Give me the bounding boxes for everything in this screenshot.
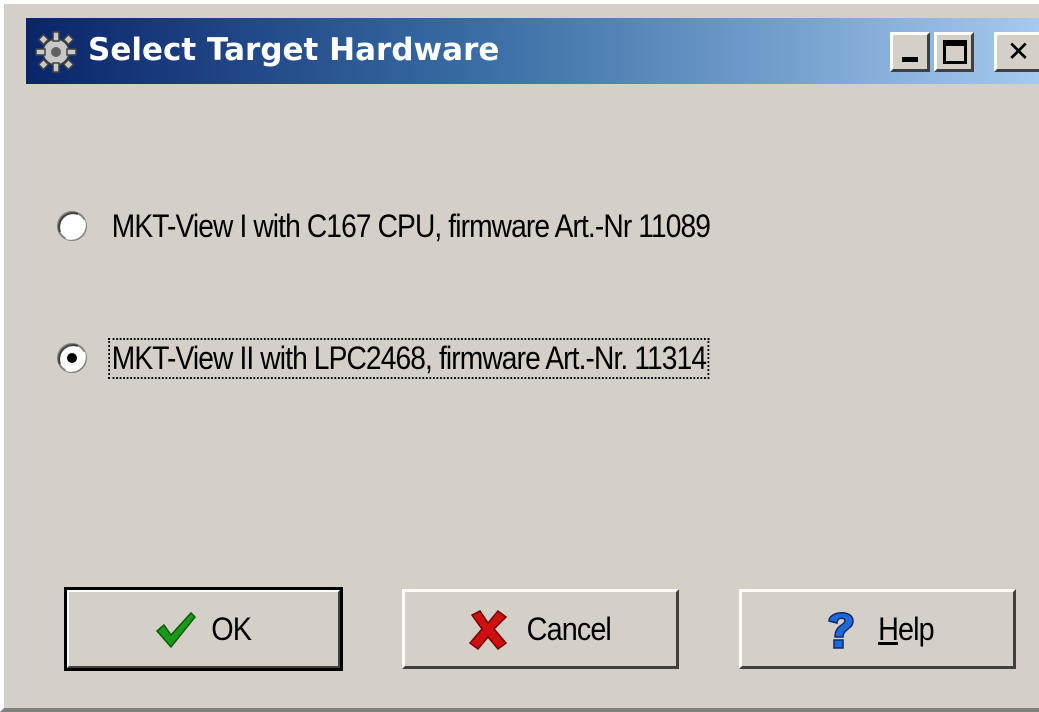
close-button[interactable]: ✕: [994, 32, 1039, 72]
title-bar[interactable]: Select Target Hardware ✕: [26, 18, 1039, 84]
maximize-button[interactable]: [934, 32, 974, 72]
ok-label: OK: [211, 610, 253, 647]
ok-button[interactable]: OK: [64, 587, 343, 671]
help-mnemonic: H: [877, 610, 899, 647]
help-label: Help: [877, 610, 935, 648]
option-mkt-view-ii[interactable]: MKT-View II with LPC2468, firmware Art.-…: [56, 337, 789, 379]
close-icon: ✕: [1006, 35, 1031, 68]
cancel-label: Cancel: [526, 610, 611, 647]
help-label-rest: elp: [897, 610, 935, 647]
radio-button-unselected[interactable]: [56, 210, 88, 242]
option-label: MKT-View I with C167 CPU, firmware Art.-…: [111, 207, 711, 244]
gear-icon: [35, 31, 77, 73]
minimize-button[interactable]: [890, 32, 930, 72]
checkmark-icon: [156, 611, 197, 649]
help-button[interactable]: Help: [739, 589, 1016, 669]
minimize-icon: [902, 57, 918, 62]
window-title: Select Target Hardware: [88, 32, 500, 68]
maximize-icon: [943, 40, 967, 64]
question-mark-icon: [827, 612, 854, 649]
radio-button-selected[interactable]: [56, 342, 88, 374]
x-mark-icon: [468, 609, 507, 651]
option-label: MKT-View II with LPC2468, firmware Art.-…: [108, 337, 710, 379]
option-mkt-view-i[interactable]: MKT-View I with C167 CPU, firmware Art.-…: [56, 206, 794, 246]
cancel-button[interactable]: Cancel: [402, 589, 679, 669]
dialog-window: Select Target Hardware ✕ MKT-View I with…: [0, 0, 1039, 712]
